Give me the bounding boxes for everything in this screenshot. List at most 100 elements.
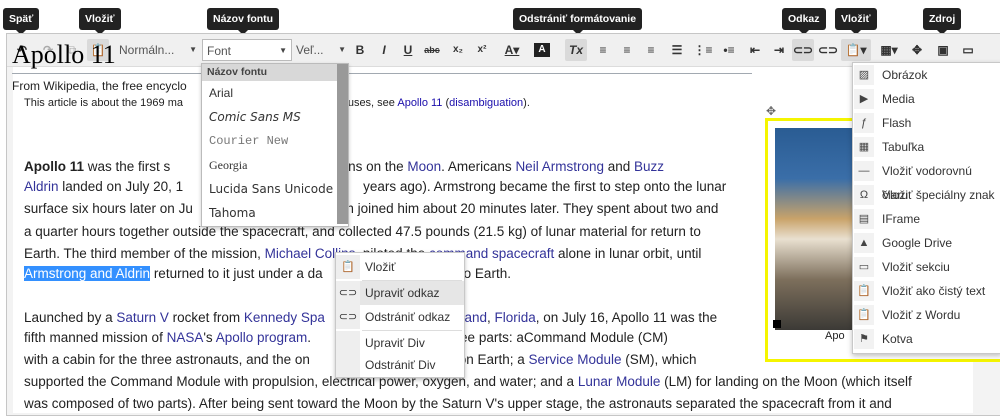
strikethrough-icon[interactable]: abc xyxy=(421,39,443,61)
insert-item-label: Vložiť špeciálny znak xyxy=(882,188,995,202)
text-color-icon[interactable]: A▾ xyxy=(501,39,523,61)
text: years ago). Armstrong became the first t… xyxy=(363,179,727,194)
align-left-icon[interactable]: ≡ xyxy=(592,39,614,61)
link-icon[interactable]: ⊂⊃ xyxy=(792,39,814,61)
text: (SM), which xyxy=(621,352,697,367)
kennedy-space-center-link[interactable]: Kennedy Spa xyxy=(244,310,325,325)
justify-icon[interactable]: ☰ xyxy=(666,39,688,61)
font-dropdown: Názov fontu Arial Comic Sans MS Courier … xyxy=(201,63,349,227)
superscript-icon[interactable]: x² xyxy=(471,39,493,61)
chevron-down-icon: ▼ xyxy=(279,46,287,55)
apollo-program-link[interactable]: Apollo program xyxy=(216,330,308,345)
paragraph-line: Aldrin landed on July 20, 1 years ago). A… xyxy=(24,177,742,197)
context-item-remove-div[interactable]: Odstrániť Div xyxy=(336,353,464,377)
tooltip-font-name: Názov fontu xyxy=(207,8,280,35)
moon-link[interactable]: Moon xyxy=(407,159,441,174)
format-select[interactable]: Normáln... ▼ xyxy=(115,39,201,61)
text: Earth. The third member of the mission, xyxy=(24,246,265,261)
font-option-georgia[interactable]: Georgia xyxy=(202,153,348,177)
insert-item-google-drive[interactable]: ▲ Google Drive xyxy=(853,231,1000,255)
buzz-aldrin-link[interactable]: Buzz xyxy=(634,159,664,174)
fullscreen-icon[interactable]: ▭ xyxy=(957,39,979,61)
font-select[interactable]: Font ▼ xyxy=(202,39,292,61)
text: alone in lunar orbit, until xyxy=(554,246,702,261)
florida-link[interactable]: Florida xyxy=(495,310,536,325)
context-item-remove-link[interactable]: ⊂⊃ Odstrániť odkaz xyxy=(336,305,464,329)
insert-menu-icon[interactable]: 📋▾ xyxy=(841,39,871,61)
nasa-link[interactable]: NASA xyxy=(167,330,204,345)
background-color-icon[interactable]: A xyxy=(534,43,550,57)
insert-item-label: Google Drive xyxy=(882,236,953,250)
move-handle-icon[interactable]: ✥ xyxy=(766,104,776,118)
indent-icon[interactable]: ⇥ xyxy=(768,39,790,61)
hatnote-text: ). xyxy=(523,97,530,109)
size-select[interactable]: Veľ... ▼ xyxy=(292,39,350,61)
font-select-value: Font xyxy=(207,44,232,58)
text: was the first s xyxy=(84,159,171,174)
insert-item-section[interactable]: ▭ Vložiť sekciu xyxy=(853,255,1000,279)
insert-item-label: Vložiť ako čistý text xyxy=(882,284,986,298)
paste-text-icon: 📋 xyxy=(854,281,874,301)
bold-icon[interactable]: B xyxy=(349,39,371,61)
insert-item-paste-word[interactable]: 📋 Vložiť z Wordu xyxy=(853,303,1000,327)
apollo-launch-image[interactable] xyxy=(775,128,853,330)
insert-item-image[interactable]: ▨ Obrázok xyxy=(853,63,1000,87)
subscript-icon[interactable]: x₂ xyxy=(447,39,469,61)
disambiguation-link[interactable]: disambiguation xyxy=(449,97,523,109)
insert-item-special-char[interactable]: Ω Vložiť špeciálny znak xyxy=(853,183,1000,207)
text: , on July 16, Apollo 11 was the xyxy=(535,310,718,325)
move-icon[interactable]: ✥ xyxy=(906,39,928,61)
align-right-icon[interactable]: ≡ xyxy=(640,39,662,61)
insert-item-table[interactable]: ▦ Tabuľka xyxy=(853,135,1000,159)
insert-item-iframe[interactable]: ▤ IFrame xyxy=(853,207,1000,231)
table-icon[interactable]: ▦▾ xyxy=(875,39,903,61)
font-option-comic-sans[interactable]: Comic Sans MS xyxy=(202,105,348,129)
title-divider xyxy=(12,73,752,74)
context-item-edit-div[interactable]: Upraviť Div xyxy=(336,331,464,355)
insert-item-horizontal-line[interactable]: ― Vložiť vodorovnú čiaru xyxy=(853,159,1000,202)
selected-text[interactable]: Armstrong and Aldrin xyxy=(24,266,151,281)
insert-item-paste-text[interactable]: 📋 Vložiť ako čistý text xyxy=(853,279,1000,303)
resize-handle[interactable] xyxy=(773,320,781,328)
source-icon[interactable]: ▣ xyxy=(932,39,954,61)
text: and xyxy=(603,159,634,174)
font-option-arial[interactable]: Arial xyxy=(202,81,348,105)
font-option-lucida[interactable]: Lucida Sans Unicode xyxy=(202,177,348,201)
media-icon: ▶ xyxy=(854,89,874,109)
font-option-courier-new[interactable]: Courier New xyxy=(202,129,348,153)
buzz-aldrin-link[interactable]: Aldrin xyxy=(24,179,59,194)
text: supported the Command Module with propul… xyxy=(24,374,578,389)
text: with a cabin for the three astronauts, a… xyxy=(24,352,310,367)
remove-format-icon[interactable]: Tx xyxy=(565,39,587,61)
insert-item-anchor[interactable]: ⚑ Kotva xyxy=(853,327,1000,351)
insert-item-label: Vložiť z Wordu xyxy=(882,308,961,322)
service-module-link[interactable]: Service Module xyxy=(529,352,622,367)
paste-word-icon: 📋 xyxy=(854,305,874,325)
context-item-edit-link[interactable]: ⊂⊃ Upraviť odkaz xyxy=(336,281,464,305)
text: 's xyxy=(203,330,216,345)
align-center-icon[interactable]: ≡ xyxy=(616,39,638,61)
google-drive-icon: ▲ xyxy=(854,233,874,253)
italic-icon[interactable]: I xyxy=(373,39,395,61)
unlink-icon: ⊂⊃ xyxy=(336,305,360,329)
bullet-list-icon[interactable]: •≡ xyxy=(718,39,740,61)
tooltip-remove-format: Odstrániť formátovanie xyxy=(513,8,643,35)
context-item-paste[interactable]: 📋 Vložiť xyxy=(336,255,464,279)
outdent-icon[interactable]: ⇤ xyxy=(744,39,766,61)
context-menu: 📋 Vložiť ⊂⊃ Upraviť odkaz ⊂⊃ Odstrániť o… xyxy=(335,252,465,378)
scrollbar[interactable] xyxy=(337,64,348,224)
insert-item-media[interactable]: ▶ Media xyxy=(853,87,1000,111)
hatnote-link[interactable]: Apollo 11 xyxy=(397,97,442,109)
underline-icon[interactable]: U xyxy=(397,39,419,61)
bold-text: Apollo 11 xyxy=(24,159,85,174)
font-option-tahoma[interactable]: Tahoma xyxy=(202,201,348,225)
text: rocket from xyxy=(168,310,244,325)
lunar-module-link[interactable]: Lunar Module xyxy=(578,374,661,389)
insert-item-flash[interactable]: ƒ Flash xyxy=(853,111,1000,135)
insert-item-label: Tabuľka xyxy=(882,140,925,154)
unlink-icon[interactable]: ⊂⊃ xyxy=(817,39,839,61)
neil-armstrong-link[interactable]: Neil Armstrong xyxy=(515,159,604,174)
context-item-label: Odstrániť odkaz xyxy=(365,310,451,324)
numbered-list-icon[interactable]: ⋮≡ xyxy=(692,39,714,61)
saturn-v-link[interactable]: Saturn V xyxy=(116,310,169,325)
